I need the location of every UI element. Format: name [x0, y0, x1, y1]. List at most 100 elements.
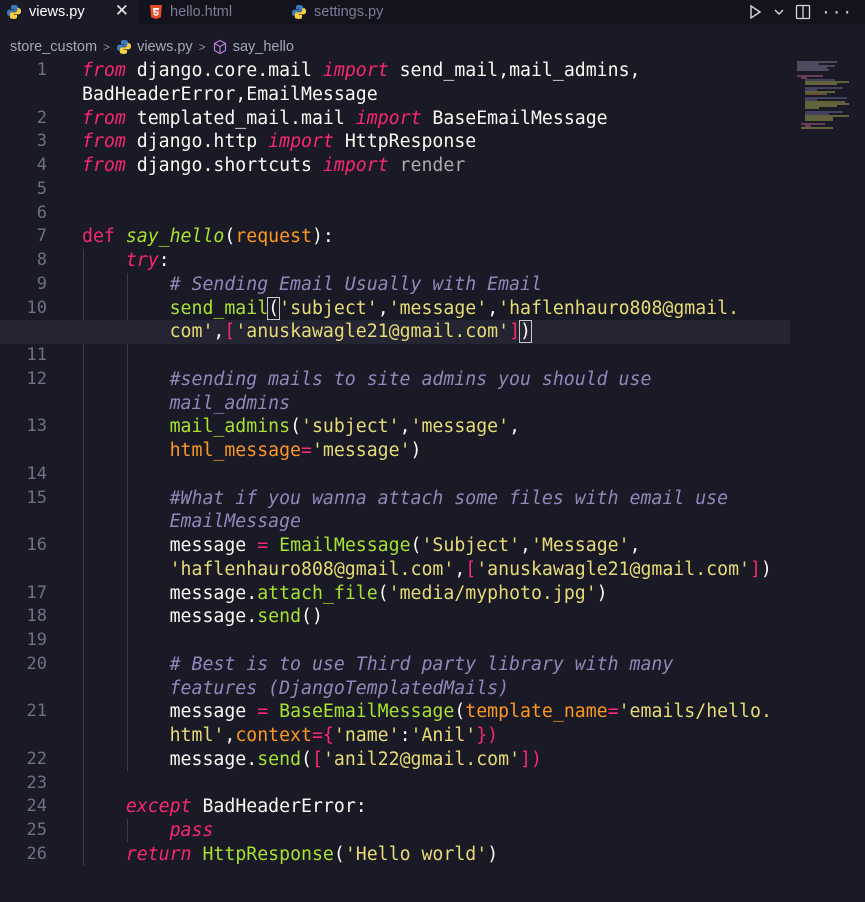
string: 'Hello world' — [344, 843, 488, 865]
line-number: 19 — [26, 630, 47, 650]
code-line: 20 # Best is to use Third party library … — [0, 653, 790, 677]
string: html' — [169, 725, 225, 746]
function-call: mail_admins — [169, 416, 291, 438]
module-name: templated_mail.mail — [125, 107, 356, 129]
keyword-argument: html_message — [169, 440, 302, 461]
string: com' — [169, 321, 214, 343]
comment: # Best is to use Third party library wit… — [169, 653, 674, 675]
code-line: 7 def say_hello(request): — [0, 225, 790, 249]
keyword-import: import — [322, 155, 389, 176]
method-call: send — [257, 748, 302, 770]
method-call: attach_file — [257, 582, 378, 604]
operator: = — [257, 535, 269, 556]
comment: #What if you wanna attach some files wit… — [169, 487, 729, 509]
editor-actions: ··· — [747, 0, 853, 24]
code-line: 2 from templated_mail.mail import BaseEma… — [0, 107, 790, 131]
tab-label: views.py — [29, 4, 85, 20]
code-line: 21 message = BaseEmailMessage(template_n… — [0, 700, 790, 724]
breadcrumb-file[interactable]: views.py — [137, 39, 193, 55]
variable: message. — [169, 606, 258, 628]
python-icon — [117, 40, 132, 54]
run-icon[interactable] — [747, 4, 763, 20]
split-editor-icon[interactable] — [795, 4, 811, 20]
class-call: HttpResponse — [191, 843, 334, 865]
comment: #sending mails to site admins you should… — [169, 368, 652, 390]
string: 'message' — [311, 440, 411, 461]
import-names: BaseEmailMessage — [421, 107, 608, 129]
code-line: 23 — [0, 772, 790, 796]
keyword-try: try — [125, 250, 159, 271]
chevron-down-icon[interactable] — [773, 6, 785, 18]
python-icon — [292, 5, 306, 19]
line-number: 16 — [26, 535, 47, 555]
line-number: 20 — [26, 653, 47, 674]
line-number: 13 — [26, 416, 47, 437]
close-tab-icon[interactable]: ✕ — [115, 1, 129, 21]
class-call: EmailMessage — [268, 535, 411, 556]
paren: ( — [454, 701, 466, 723]
html5-icon — [150, 5, 162, 19]
comma: , — [509, 416, 521, 438]
paren: ) — [596, 582, 608, 604]
string: 'haflenhauro808@gmail.com' — [169, 558, 455, 580]
variable: message — [169, 535, 258, 556]
paren: ( — [301, 748, 312, 770]
tab-hello-html[interactable]: hello.html — [139, 0, 287, 24]
string: 'Subject' — [421, 535, 521, 556]
string: 'anuskawagle21@gmail.com' — [235, 321, 510, 343]
string: 'anil22@gmail.com' — [322, 748, 521, 770]
code-line-wrap: EmailMessage — [0, 510, 790, 534]
module-name: django.core.mail — [125, 60, 323, 81]
string: 'subject' — [279, 297, 378, 319]
more-actions-icon[interactable]: ··· — [821, 3, 853, 22]
code-line: 25 pass — [0, 819, 790, 843]
breadcrumb-folder[interactable]: store_custom — [10, 39, 97, 55]
tab-label: settings.py — [314, 4, 384, 20]
line-number: 9 — [36, 273, 47, 294]
comma: , — [213, 321, 225, 343]
bracket: ] — [749, 558, 761, 580]
paren: ( — [410, 535, 422, 556]
string: 'Anil' — [410, 725, 477, 746]
editor-tab-bar: views.py ✕ hello.html settings.py ··· — [0, 0, 865, 24]
bracket: [ — [311, 748, 323, 770]
operator: = — [301, 440, 312, 461]
paren: ) — [410, 440, 422, 461]
bracket-match: ) — [519, 320, 532, 344]
paren: ( — [224, 226, 236, 248]
colon: : — [399, 725, 411, 746]
code-line: 3 from django.http import HttpResponse — [0, 130, 790, 154]
code-line-wrap-current: com',['anuskawagle21@gmail.com']) — [0, 320, 790, 344]
tab-views-py[interactable]: views.py ✕ — [0, 0, 139, 24]
bracket: ] — [509, 321, 521, 343]
comma: , — [399, 416, 411, 438]
minimap[interactable] — [797, 60, 853, 130]
code-line: 14 — [0, 463, 790, 487]
line-number: 14 — [26, 463, 47, 484]
code-line-wrap: BadHeaderError,EmailMessage — [0, 83, 790, 107]
paren: ) — [760, 558, 772, 580]
string: 'message' — [410, 416, 510, 438]
code-editor[interactable]: 1 from django.core.mail import send_mail,… — [0, 59, 790, 867]
variable: message. — [169, 582, 258, 604]
comma: , — [377, 297, 389, 319]
line-number: 12 — [26, 368, 47, 389]
code-line: 18 message.send() — [0, 605, 790, 629]
code-line: 22 message.send(['anil22@gmail.com']) — [0, 748, 790, 772]
bracket: ]) — [520, 748, 542, 770]
code-line: 6 — [0, 202, 790, 226]
code-line: 10 send_mail('subject','message','haflen… — [0, 296, 790, 321]
keyword-return: return — [125, 843, 192, 865]
tab-settings-py[interactable]: settings.py — [287, 0, 437, 24]
import-names: BadHeaderError,EmailMessage — [82, 83, 378, 105]
breadcrumb-symbol[interactable]: say_hello — [233, 39, 294, 55]
keyword-import: import — [268, 131, 334, 153]
comma: , — [629, 535, 641, 556]
code-line: 19 — [0, 629, 790, 653]
code-line: 12 #sending mails to site admins you sho… — [0, 368, 790, 392]
line-number: 23 — [26, 772, 47, 793]
keyword-pass: pass — [169, 820, 214, 841]
string: 'Message' — [531, 535, 630, 556]
string: 'emails/hello. — [618, 701, 772, 723]
line-number: 5 — [36, 178, 47, 199]
